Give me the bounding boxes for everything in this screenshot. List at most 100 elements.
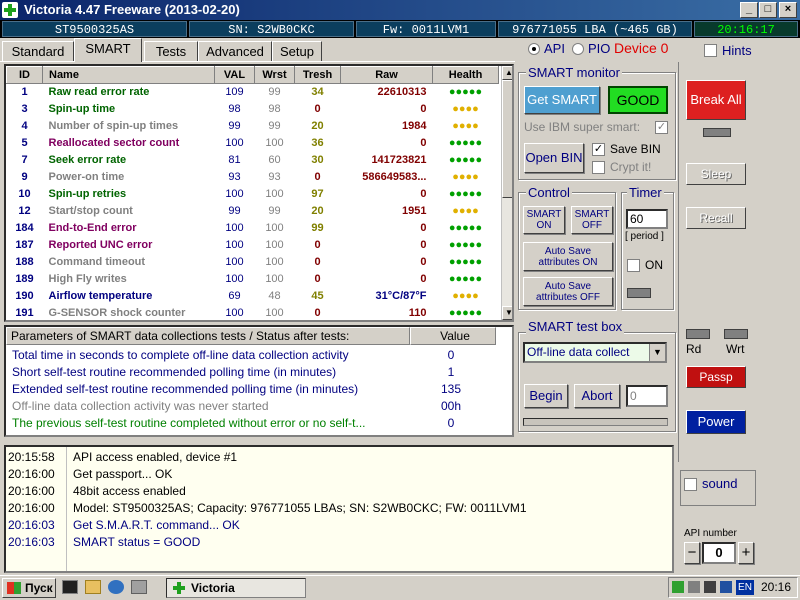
col-name[interactable]: Name bbox=[42, 66, 215, 84]
tab-setup[interactable]: Setup bbox=[272, 41, 322, 61]
taskbar-victoria[interactable]: Victoria bbox=[166, 578, 306, 598]
maximize-button[interactable]: □ bbox=[759, 2, 777, 18]
ibm-super-smart-checkbox[interactable]: ✓ bbox=[655, 121, 668, 134]
col-val[interactable]: VAL bbox=[214, 66, 255, 84]
windows-logo-icon bbox=[7, 582, 21, 594]
get-smart-button[interactable]: Get SMART bbox=[524, 86, 600, 114]
tray-security-icon[interactable] bbox=[720, 581, 732, 593]
smart-name: Raw read error rate bbox=[48, 86, 150, 99]
params-value: 0 bbox=[447, 348, 455, 362]
smart-name: Spin-up time bbox=[48, 103, 116, 115]
col-tresh[interactable]: Tresh bbox=[294, 66, 341, 84]
smart-tresh: 99 bbox=[311, 222, 324, 234]
table-row[interactable]: 191 G-SENSOR shock counter 100 100 0 110 ●●●●● bbox=[7, 305, 499, 321]
table-row[interactable]: 10 Spin-up retries 100 100 97 0 ●●●●● bbox=[7, 186, 499, 203]
table-row[interactable]: 187 Reported UNC error 100 100 0 0 ●●●●● bbox=[7, 237, 499, 254]
col-id[interactable]: ID bbox=[6, 66, 43, 84]
smart-val: 100 bbox=[225, 256, 244, 268]
table-row[interactable]: 4 Number of spin-up times 99 99 20 1984 ●●●● bbox=[7, 118, 499, 135]
close-button[interactable]: × bbox=[779, 2, 797, 18]
smart-tresh: 34 bbox=[311, 86, 324, 99]
smart-tresh: 0 bbox=[314, 307, 321, 319]
browser-icon[interactable] bbox=[108, 580, 124, 594]
table-row[interactable]: 3 Spin-up time 98 98 0 0 ●●●● bbox=[7, 101, 499, 118]
smart-wrst: 99 bbox=[268, 86, 281, 99]
pio-radio[interactable] bbox=[572, 43, 584, 55]
autosave-off-button[interactable]: Auto Save attributes OFF bbox=[523, 277, 613, 306]
drive-lba: 976771055 LBA (~465 GB) bbox=[498, 21, 692, 37]
sound-checkbox[interactable] bbox=[684, 478, 697, 491]
smart-val: 69 bbox=[228, 290, 241, 302]
scroll-up-button[interactable]: ▲ bbox=[502, 66, 512, 80]
timer-input[interactable]: 60 bbox=[626, 209, 668, 229]
smart-id: 189 bbox=[15, 273, 34, 285]
chevron-down-icon[interactable]: ▼ bbox=[649, 344, 665, 361]
smart-wrst: 100 bbox=[265, 188, 284, 200]
media-icon[interactable] bbox=[131, 580, 147, 594]
col-raw[interactable]: Raw bbox=[340, 66, 433, 84]
smart-health: ●●●● bbox=[452, 120, 479, 132]
api-radio[interactable] bbox=[528, 43, 540, 55]
tray-usb-icon[interactable] bbox=[688, 581, 700, 593]
api-number-decrement[interactable]: − bbox=[684, 542, 700, 564]
table-row[interactable]: 9 Power-on time 93 93 0 586649583... ●●●● bbox=[7, 169, 499, 186]
passp-button[interactable]: Passp bbox=[686, 366, 746, 388]
tab-advanced[interactable]: Advanced bbox=[198, 41, 272, 61]
table-row[interactable]: 1 Raw read error rate 109 99 34 22610313 ●●●●● bbox=[7, 84, 499, 101]
console-icon[interactable] bbox=[62, 580, 78, 594]
test-type-select[interactable]: Off-line data collect ▼ bbox=[523, 342, 667, 363]
tray-network-icon[interactable] bbox=[672, 581, 684, 593]
abort-button[interactable]: Abort bbox=[574, 384, 620, 408]
tray-display-icon[interactable] bbox=[704, 581, 716, 593]
table-row[interactable]: 7 Seek error rate 81 60 30 141723821 ●●●●● bbox=[7, 152, 499, 169]
language-indicator[interactable]: EN bbox=[736, 580, 754, 595]
tab-smart[interactable]: SMART bbox=[74, 38, 142, 62]
minimize-button[interactable]: _ bbox=[740, 2, 758, 18]
smart-name: Reallocated sector count bbox=[48, 137, 180, 149]
sleep-button[interactable]: Sleep bbox=[686, 163, 746, 185]
tab-standard[interactable]: Standard bbox=[2, 41, 74, 61]
table-row[interactable]: 184 End-to-End error 100 100 99 0 ●●●●● bbox=[7, 220, 499, 237]
col-wrst[interactable]: Wrst bbox=[254, 66, 295, 84]
title-bar[interactable]: Victoria 4.47 Freeware (2013-02-20) _ □ … bbox=[0, 0, 800, 20]
taskbar-victoria-label: Victoria bbox=[191, 581, 235, 595]
smart-health: ●●●●● bbox=[448, 137, 483, 149]
recall-button[interactable]: Recall bbox=[686, 207, 746, 229]
api-number-increment[interactable]: + bbox=[738, 542, 754, 564]
table-row[interactable]: 5 Reallocated sector count 100 100 36 0 ●●●●● bbox=[7, 135, 499, 152]
smart-wrst: 99 bbox=[268, 120, 281, 132]
smart-on-button[interactable]: SMART ON bbox=[523, 206, 565, 234]
table-row[interactable]: 12 Start/stop count 99 99 20 1951 ●●●● bbox=[7, 203, 499, 220]
event-log[interactable]: 20:15:58 API access enabled, device #1 20:… bbox=[4, 445, 674, 573]
smart-health: ●●●●● bbox=[448, 86, 483, 99]
smart-id: 184 bbox=[15, 222, 34, 234]
scroll-down-button[interactable]: ▼ bbox=[502, 306, 512, 320]
autosave-on-button[interactable]: Auto Save attributes ON bbox=[523, 242, 613, 271]
open-bin-button[interactable]: Open BIN bbox=[524, 143, 584, 173]
table-row[interactable]: 189 High Fly writes 100 100 0 0 ●●●●● bbox=[7, 271, 499, 288]
testbox-value-input[interactable]: 0 bbox=[626, 385, 668, 407]
smart-tresh: 97 bbox=[311, 188, 324, 200]
table-scrollbar[interactable]: ▲ ▼ bbox=[501, 66, 512, 320]
timer-on-checkbox[interactable] bbox=[627, 259, 640, 272]
break-all-button[interactable]: Break All bbox=[686, 80, 746, 120]
begin-button[interactable]: Begin bbox=[524, 384, 568, 408]
params-row: The previous self-test routine completed… bbox=[6, 415, 496, 432]
col-health[interactable]: Health bbox=[432, 66, 499, 84]
folder-icon[interactable] bbox=[85, 580, 101, 594]
power-button[interactable]: Power bbox=[686, 410, 746, 434]
tab-tests[interactable]: Tests bbox=[144, 41, 198, 61]
table-row[interactable]: 190 Airflow temperature 69 48 45 31°C/87°F ●●●… bbox=[7, 288, 499, 305]
table-row[interactable]: 188 Command timeout 100 100 0 0 ●●●●● bbox=[7, 254, 499, 271]
start-button[interactable]: Пуск bbox=[2, 578, 56, 598]
smart-off-button[interactable]: SMART OFF bbox=[571, 206, 613, 234]
crypt-checkbox[interactable] bbox=[592, 161, 605, 174]
scroll-thumb[interactable] bbox=[502, 80, 512, 198]
save-bin-checkbox[interactable]: ✓ bbox=[592, 143, 605, 156]
log-time: 20:16:03 bbox=[8, 518, 55, 532]
timer-period-label: [ period ] bbox=[625, 231, 664, 242]
api-number-input[interactable]: 0 bbox=[702, 542, 736, 564]
smart-health: ●●●●● bbox=[448, 222, 483, 234]
smart-attributes-table[interactable]: ID Name VAL Wrst Tresh Raw Health 1 Raw r… bbox=[4, 64, 514, 322]
hints-checkbox[interactable] bbox=[704, 44, 717, 57]
